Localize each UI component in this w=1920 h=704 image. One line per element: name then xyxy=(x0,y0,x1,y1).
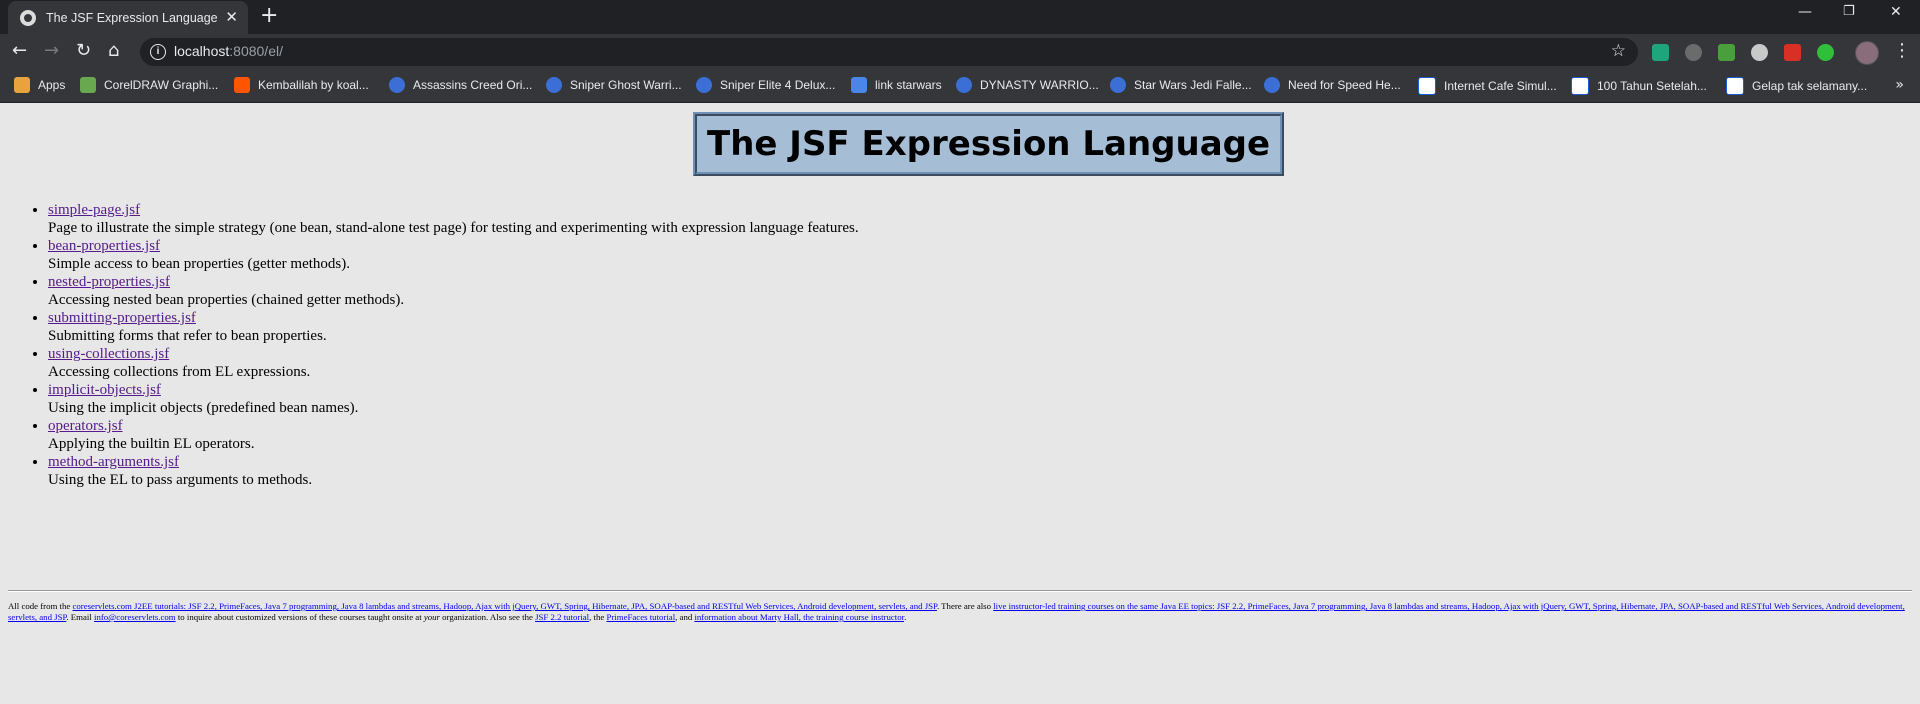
bookmark-page-icon xyxy=(851,77,867,93)
info-icon[interactable]: i xyxy=(150,44,166,60)
list-item: bean-properties.jsf Simple access to bea… xyxy=(48,237,859,273)
tab-title: The JSF Expression Language xyxy=(46,10,218,25)
extension-red-icon[interactable] xyxy=(1784,44,1801,61)
game-site-icon xyxy=(1110,77,1126,93)
game-site-icon xyxy=(389,77,405,93)
example-list: simple-page.jsf Page to illustrate the s… xyxy=(0,201,859,489)
extension-n-icon[interactable] xyxy=(1652,44,1669,61)
bookmark-dynasty-warriors[interactable]: DYNASTY WARRIO... xyxy=(956,77,1099,93)
bookmark-need-for-speed[interactable]: Need for Speed He... xyxy=(1264,77,1401,93)
bookmark-link-starwars[interactable]: link starwars xyxy=(851,77,942,93)
page-content: The JSF Expression Language simple-page.… xyxy=(0,103,1920,704)
reload-icon[interactable]: ↻ xyxy=(76,41,91,61)
coreldraw-icon xyxy=(80,77,96,93)
bookmarks-bar: Apps CorelDRAW Graphi... Kembalilah by k… xyxy=(0,70,1920,103)
game-site-icon xyxy=(546,77,562,93)
more-bookmarks-icon[interactable]: » xyxy=(1895,77,1904,93)
bookmark-kembalilah[interactable]: Kembalilah by koal... xyxy=(234,77,369,93)
link-simple-page[interactable]: simple-page.jsf xyxy=(48,202,140,218)
address-bar[interactable]: i localhost:8080/el/ ☆ xyxy=(140,38,1638,66)
k-site-icon xyxy=(1571,77,1589,95)
list-item: implicit-objects.jsf Using the implicit … xyxy=(48,381,859,417)
link-operators[interactable]: operators.jsf xyxy=(48,418,123,434)
game-site-icon xyxy=(1264,77,1280,93)
tab-strip: The JSF Expression Language ✕ + — ❐ ✕ xyxy=(0,0,1920,34)
bookmark-apps[interactable]: Apps xyxy=(14,77,65,93)
item-description: Using the implicit objects (predefined b… xyxy=(48,400,359,416)
item-description: Accessing nested bean properties (chaine… xyxy=(48,292,405,308)
footer-link-marty-hall[interactable]: information about Marty Hall, the traini… xyxy=(694,612,904,622)
forward-icon[interactable]: → xyxy=(44,41,59,61)
list-item: simple-page.jsf Page to illustrate the s… xyxy=(48,201,859,237)
apps-grid-icon xyxy=(14,77,30,93)
footer-link-email[interactable]: info@coreservlets.com xyxy=(94,612,176,622)
link-bean-properties[interactable]: bean-properties.jsf xyxy=(48,238,160,254)
home-icon[interactable]: ⌂ xyxy=(108,41,119,61)
bookmark-100-tahun[interactable]: 100 Tahun Setelah... xyxy=(1571,77,1707,95)
page-title: The JSF Expression Language xyxy=(693,112,1285,176)
menu-icon[interactable]: ⋮ xyxy=(1893,40,1911,61)
k-site-icon xyxy=(1726,77,1744,95)
minimize-icon[interactable]: — xyxy=(1798,4,1812,20)
bookmark-sniper-ghost[interactable]: Sniper Ghost Warri... xyxy=(546,77,682,93)
back-icon[interactable]: ← xyxy=(12,41,27,61)
bookmark-internet-cafe[interactable]: Internet Cafe Simul... xyxy=(1418,77,1557,95)
link-implicit-objects[interactable]: implicit-objects.jsf xyxy=(48,382,161,398)
bookmark-star-icon[interactable]: ☆ xyxy=(1611,41,1626,61)
footer-divider xyxy=(8,590,1912,592)
close-tab-icon[interactable]: ✕ xyxy=(225,9,238,25)
browser-toolbar: ← → ↻ ⌂ i localhost:8080/el/ ☆ xyxy=(0,34,1920,70)
window-close-icon[interactable]: ✕ xyxy=(1890,4,1902,20)
link-method-arguments[interactable]: method-arguments.jsf xyxy=(48,454,179,470)
footer-link-jsf-tutorial[interactable]: JSF 2.2 tutorial xyxy=(535,612,589,622)
bookmark-sniper-elite[interactable]: Sniper Elite 4 Delux... xyxy=(696,77,835,93)
list-item: nested-properties.jsf Accessing nested b… xyxy=(48,273,859,309)
footer-text: All code from the coreservlets.com J2EE … xyxy=(8,601,1905,622)
list-item: operators.jsf Applying the builtin EL op… xyxy=(48,417,859,453)
game-site-icon xyxy=(956,77,972,93)
list-item: using-collections.jsf Accessing collecti… xyxy=(48,345,859,381)
restore-icon[interactable]: ❐ xyxy=(1843,4,1855,19)
extension-circle-icon[interactable] xyxy=(1751,44,1768,61)
item-description: Using the EL to pass arguments to method… xyxy=(48,472,313,488)
bookmark-gelap[interactable]: Gelap tak selamany... xyxy=(1726,77,1867,95)
extension-leaf-icon[interactable] xyxy=(1718,44,1735,61)
extension-green-icon[interactable] xyxy=(1817,44,1834,61)
link-using-collections[interactable]: using-collections.jsf xyxy=(48,346,169,362)
soundcloud-icon xyxy=(234,77,250,93)
item-description: Simple access to bean properties (getter… xyxy=(48,256,350,272)
link-nested-properties[interactable]: nested-properties.jsf xyxy=(48,274,170,290)
game-site-icon xyxy=(696,77,712,93)
footer-link-primefaces-tutorial[interactable]: PrimeFaces tutorial xyxy=(606,612,675,622)
profile-avatar[interactable] xyxy=(1855,41,1879,65)
bookmark-coreldraw[interactable]: CorelDRAW Graphi... xyxy=(80,77,218,93)
extension-lightbulb-icon[interactable] xyxy=(1685,44,1702,61)
globe-icon xyxy=(20,9,36,26)
bookmark-star-wars-jedi[interactable]: Star Wars Jedi Falle... xyxy=(1110,77,1252,93)
footer-link-tutorials[interactable]: coreservlets.com J2EE tutorials: JSF 2.2… xyxy=(73,601,937,611)
new-tab-icon[interactable]: + xyxy=(260,5,278,27)
url-text[interactable]: localhost:8080/el/ xyxy=(174,43,283,59)
item-description: Applying the builtin EL operators. xyxy=(48,436,255,452)
link-submitting-properties[interactable]: submitting-properties.jsf xyxy=(48,310,196,326)
k-site-icon xyxy=(1418,77,1436,95)
item-description: Accessing collections from EL expression… xyxy=(48,364,311,380)
title-panel: The JSF Expression Language xyxy=(693,112,1285,176)
bookmark-assassins-creed[interactable]: Assassins Creed Ori... xyxy=(389,77,532,93)
item-description: Submitting forms that refer to bean prop… xyxy=(48,328,327,344)
item-description: Page to illustrate the simple strategy (… xyxy=(48,220,859,236)
list-item: submitting-properties.jsf Submitting for… xyxy=(48,309,859,345)
active-tab[interactable]: The JSF Expression Language ✕ xyxy=(8,1,248,34)
list-item: method-arguments.jsf Using the EL to pas… xyxy=(48,453,859,489)
